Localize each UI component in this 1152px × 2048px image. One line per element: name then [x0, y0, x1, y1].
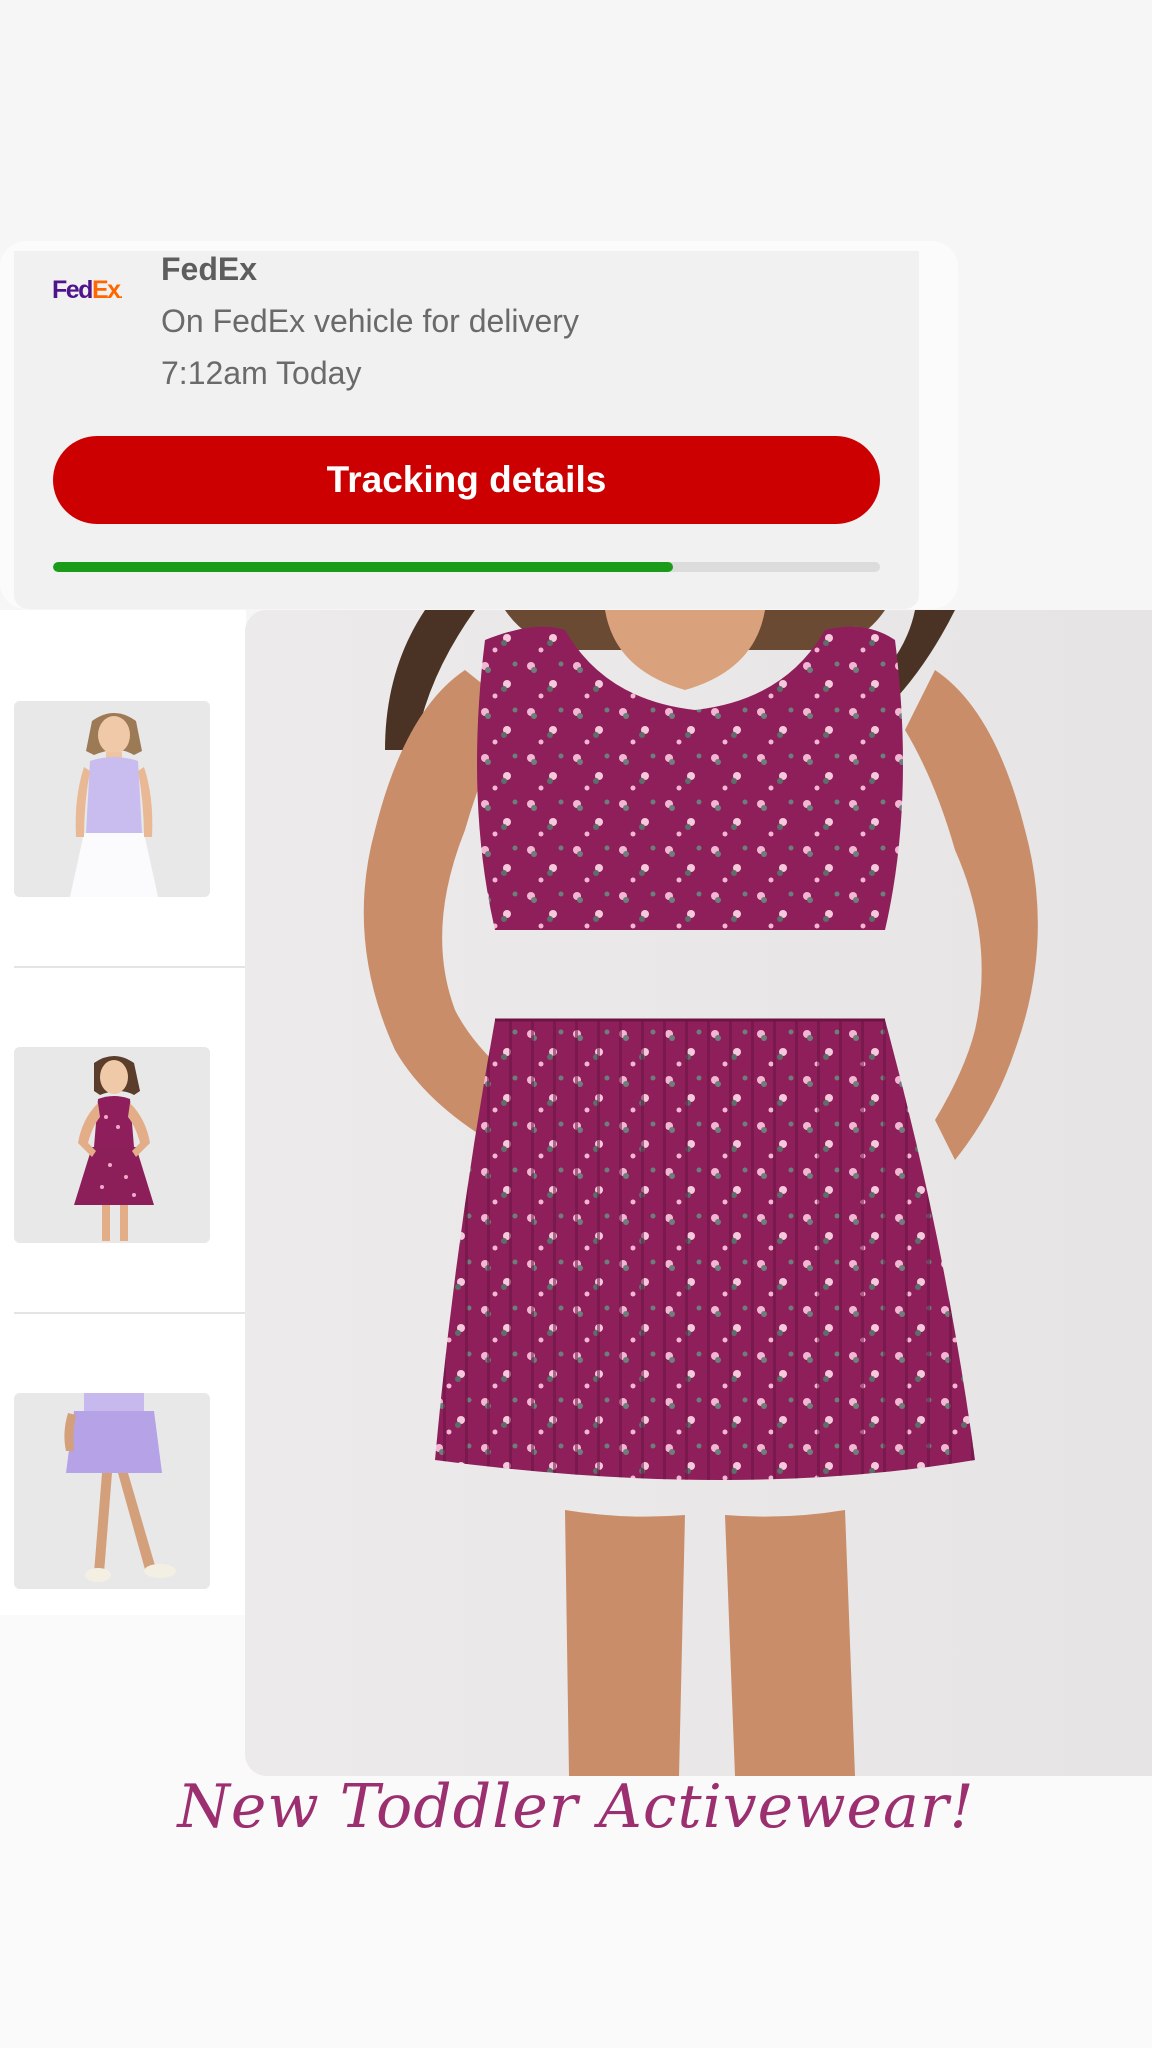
floral-dress-image: [14, 1047, 210, 1243]
fedex-logo-ex: Ex: [91, 276, 121, 304]
fedex-logo-dot: .: [119, 287, 123, 301]
lavender-skirt-legs-image: [14, 1393, 210, 1589]
floral-pleated-dress-photo: [245, 610, 1152, 1776]
main-product-image[interactable]: [245, 610, 1152, 1776]
thumbnail-1[interactable]: [14, 701, 210, 897]
delivery-time: 7:12am Today: [161, 355, 362, 391]
thumbnail-3[interactable]: [14, 1393, 210, 1589]
tracking-details-button[interactable]: Tracking details: [53, 436, 880, 524]
tracking-card: FedEx. FedEx On FedEx vehicle for delive…: [14, 251, 919, 609]
fedex-logo-fed: Fed: [52, 276, 93, 304]
delivery-progress-bar: [53, 562, 880, 572]
fedex-logo: FedEx.: [52, 276, 123, 305]
thumbnail-sidebar: [0, 610, 246, 1615]
delivery-progress-fill: [53, 562, 674, 572]
thumbnail-divider: [14, 1312, 246, 1314]
carrier-name: FedEx: [161, 251, 258, 287]
lavender-top-white-skirt-image: [14, 701, 210, 897]
delivery-status: On FedEx vehicle for delivery: [161, 303, 579, 339]
promo-caption: New Toddler Activewear!: [177, 1772, 975, 1842]
thumbnail-2[interactable]: [14, 1047, 210, 1243]
thumbnail-divider: [14, 966, 246, 968]
